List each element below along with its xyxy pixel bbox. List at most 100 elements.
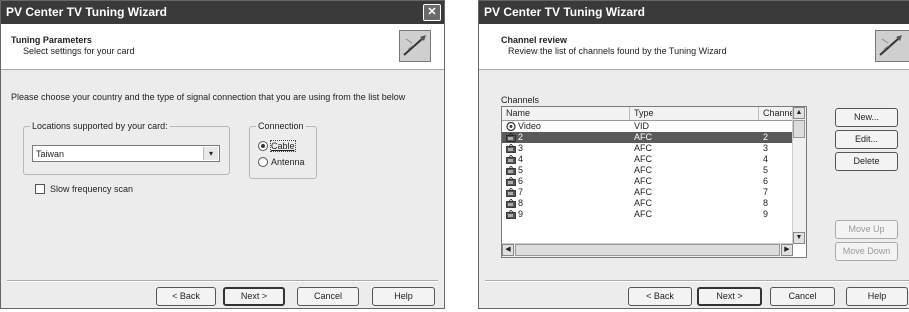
table-row[interactable]: 6 AFC 6 (502, 176, 793, 187)
cell-name: 5 (518, 165, 524, 175)
tuning-parameters-dialog: PV Center TV Tuning Wizard ✕ Tuning Para… (0, 0, 445, 309)
tv-icon (506, 143, 516, 153)
table-row[interactable]: 8 AFC 8 (502, 198, 793, 209)
locations-label: Locations supported by your card: (30, 121, 170, 131)
scroll-down-icon[interactable]: ▼ (793, 232, 805, 244)
cell-channel: 5 (763, 165, 769, 175)
location-value: Taiwan (36, 149, 65, 159)
cancel-button[interactable]: Cancel (297, 287, 359, 306)
instructions-text: Please choose your country and the type … (11, 92, 406, 102)
cell-channel: 7 (763, 187, 769, 197)
table-row[interactable]: 7 AFC 7 (502, 187, 793, 198)
title-bar: PV Center TV Tuning Wizard ✕ (1, 1, 444, 24)
column-header-name[interactable]: Name (502, 107, 630, 120)
move-down-button[interactable]: Move Down (835, 242, 898, 261)
channel-list[interactable]: Name Type Channel Video VID 2 AFC 2 3 AFC 3 4 AFC… (501, 106, 807, 258)
delete-button[interactable]: Delete (835, 152, 898, 171)
cancel-button[interactable]: Cancel (770, 287, 835, 306)
locations-group: Locations supported by your card: Taiwan… (23, 121, 230, 175)
antenna-radio[interactable] (258, 157, 268, 167)
tv-icon (506, 165, 516, 175)
cell-type: AFC (634, 165, 652, 175)
cell-name: 3 (518, 143, 524, 153)
connection-label: Connection (256, 121, 306, 131)
cell-type: AFC (634, 198, 652, 208)
connection-group: Connection Cable Antenna (249, 121, 317, 179)
window-title: PV Center TV Tuning Wizard (484, 5, 646, 19)
table-row[interactable]: Video VID (502, 121, 793, 132)
next-button[interactable]: Next > (697, 287, 762, 306)
close-button[interactable]: ✕ (423, 4, 441, 21)
cell-type: AFC (634, 209, 652, 219)
cell-name: 6 (518, 176, 524, 186)
table-row[interactable]: 5 AFC 5 (502, 165, 793, 176)
vertical-scrollbar[interactable]: ▲ ▼ (792, 107, 806, 244)
scroll-left-icon[interactable]: ◀ (502, 244, 514, 256)
close-icon: ✕ (427, 6, 437, 18)
back-button[interactable]: < Back (628, 287, 692, 306)
scroll-up-icon[interactable]: ▲ (793, 107, 805, 119)
tv-icon (506, 187, 516, 197)
slow-scan-checkbox[interactable] (35, 184, 45, 194)
table-row[interactable]: 4 AFC 4 (502, 154, 793, 165)
button-separator (7, 280, 438, 282)
cell-channel: 3 (763, 143, 769, 153)
scroll-thumb[interactable] (515, 244, 780, 256)
scroll-right-icon[interactable]: ▶ (781, 244, 793, 256)
help-button[interactable]: Help (846, 287, 908, 306)
cell-name: 8 (518, 198, 524, 208)
new-button[interactable]: New... (835, 108, 898, 127)
wizard-header: Tuning Parameters Select settings for yo… (1, 24, 444, 70)
channel-review-dialog: PV Center TV Tuning Wizard Channel revie… (478, 0, 909, 309)
cell-channel: 2 (763, 132, 769, 142)
cell-channel: 6 (763, 176, 769, 186)
tv-icon (506, 176, 516, 186)
back-button[interactable]: < Back (156, 287, 216, 306)
edit-button[interactable]: Edit... (835, 130, 898, 149)
table-row[interactable]: 9 AFC 9 (502, 209, 793, 220)
cable-radio[interactable] (258, 141, 268, 151)
table-row[interactable]: 2 AFC 2 (502, 132, 793, 143)
location-select[interactable]: Taiwan ▾ (32, 145, 220, 162)
title-bar: PV Center TV Tuning Wizard (479, 1, 909, 24)
horizontal-scrollbar[interactable]: ◀ ▶ (502, 243, 793, 257)
column-header-type[interactable]: Type (630, 107, 759, 120)
wizard-wand-icon (875, 30, 909, 62)
channels-label: Channels (501, 95, 540, 105)
cell-type: AFC (634, 154, 652, 164)
cell-name: Video (518, 121, 541, 131)
cell-type: AFC (634, 187, 652, 197)
chevron-down-icon: ▾ (203, 147, 218, 160)
header-subtitle: Select settings for your card (23, 46, 135, 56)
list-header: Name Type Channel (502, 107, 797, 121)
cell-channel: 8 (763, 198, 769, 208)
wizard-wand-icon (399, 30, 431, 62)
tv-icon (506, 209, 516, 219)
cell-channel: 9 (763, 209, 769, 219)
cell-name: 2 (518, 132, 524, 142)
header-title: Tuning Parameters (11, 35, 92, 45)
header-subtitle: Review the list of channels found by the… (508, 46, 727, 56)
video-source-icon (506, 121, 516, 132)
cell-type: AFC (634, 132, 652, 142)
help-button[interactable]: Help (372, 287, 435, 306)
header-title: Channel review (501, 35, 568, 45)
antenna-radio-label[interactable]: Antenna (271, 157, 305, 167)
scroll-thumb[interactable] (793, 120, 805, 138)
button-separator (485, 280, 909, 282)
cable-radio-label[interactable]: Cable (270, 140, 296, 152)
cell-type: AFC (634, 143, 652, 153)
next-button[interactable]: Next > (223, 287, 285, 306)
slow-scan-label[interactable]: Slow frequency scan (50, 184, 133, 194)
wizard-header: Channel review Review the list of channe… (479, 24, 909, 70)
cell-type: VID (634, 121, 650, 131)
cell-channel: 4 (763, 154, 769, 164)
cell-name: 9 (518, 209, 524, 219)
column-header-channel[interactable]: Channel (759, 107, 797, 120)
tv-icon (506, 198, 516, 208)
cell-name: 7 (518, 187, 524, 197)
tv-icon (506, 132, 516, 142)
move-up-button[interactable]: Move Up (835, 220, 898, 239)
cell-type: AFC (634, 176, 652, 186)
table-row[interactable]: 3 AFC 3 (502, 143, 793, 154)
